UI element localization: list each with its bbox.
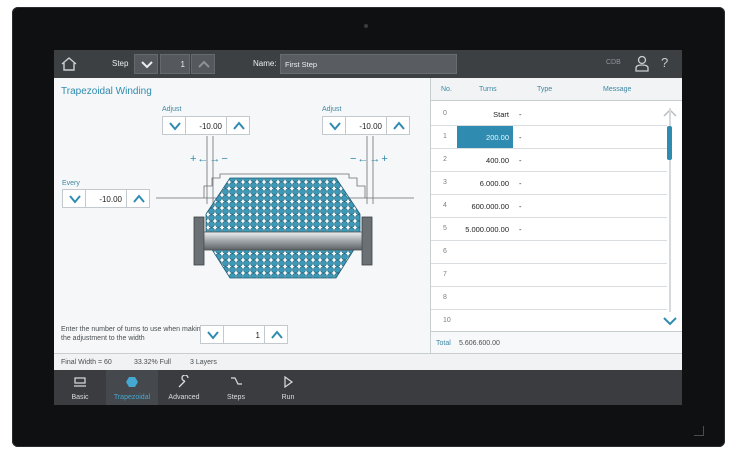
table-row[interactable]: 7 — [431, 264, 667, 287]
row-turns[interactable]: 5.000.000.00 — [457, 218, 513, 240]
chevron-up-icon — [198, 60, 210, 68]
step-up-button[interactable] — [191, 54, 215, 74]
col-turns: Turns — [479, 86, 497, 93]
row-turns-selected[interactable]: 200.00 — [457, 126, 513, 148]
bottom-toolbar: Basic Trapezoidal Advanced Steps Run — [54, 370, 682, 405]
spool-illustration — [156, 136, 414, 279]
status-bar: Final Width = 60 33.32% Full 3 Layers — [54, 353, 682, 371]
table-row[interactable]: 2 400.00 - — [431, 149, 667, 172]
tab-advanced[interactable]: Advanced — [158, 370, 210, 405]
table-row[interactable]: 1 200.00 - — [431, 126, 667, 149]
screen: Step 1 Name: First Step CDB ? Trapezoida… — [54, 50, 682, 405]
scroll-down-icon[interactable] — [663, 316, 677, 326]
turns-stepper: 1 — [200, 325, 288, 344]
steps-icon — [231, 377, 242, 385]
tab-run-label: Run — [281, 394, 295, 401]
row-turns[interactable] — [457, 287, 513, 309]
step-label: Step — [112, 59, 129, 68]
row-type: - — [519, 202, 522, 211]
row-no: 1 — [443, 133, 447, 140]
turns-value[interactable]: 1 — [224, 325, 264, 344]
play-icon — [284, 375, 294, 389]
scrollbar-thumb[interactable] — [667, 126, 672, 160]
tab-basic-label: Basic — [71, 394, 89, 401]
turns-up-button[interactable] — [264, 325, 288, 344]
tab-advanced-label: Advanced — [168, 394, 200, 401]
full-percentage: 33.32% Full — [134, 359, 171, 366]
total-label: Total — [436, 340, 451, 347]
row-turns[interactable] — [457, 310, 513, 332]
camera-dot — [364, 24, 368, 28]
step-down-button[interactable] — [134, 54, 158, 74]
row-turns[interactable]: Start — [457, 103, 513, 125]
name-input[interactable]: First Step — [280, 54, 457, 74]
col-type: Type — [537, 86, 553, 93]
table-row[interactable]: 8 — [431, 287, 667, 310]
row-type: - — [519, 225, 522, 234]
corner-mark — [694, 426, 704, 436]
table-row[interactable]: 6 — [431, 241, 667, 264]
chevron-up-icon — [271, 330, 283, 339]
row-no: 8 — [443, 294, 447, 301]
row-turns[interactable]: 400.00 — [457, 149, 513, 171]
row-no: 2 — [443, 156, 447, 163]
table-row[interactable]: 10 — [431, 310, 667, 332]
row-type: - — [519, 110, 522, 119]
table-row[interactable]: 3 6.000.00 - — [431, 172, 667, 195]
help-icon[interactable]: ? — [661, 55, 668, 70]
table-total: Total 5.606.600.00 — [431, 331, 682, 354]
row-type: - — [519, 156, 522, 165]
row-turns[interactable]: 6.000.00 — [457, 172, 513, 194]
turns-hint: Enter the number of turns to use when ma… — [61, 326, 205, 342]
col-message: Message — [603, 86, 632, 93]
tab-steps[interactable]: Steps — [210, 370, 262, 405]
tab-trapezoidal[interactable]: Trapezoidal — [106, 370, 158, 405]
turns-down-button[interactable] — [200, 325, 224, 344]
col-no: No. — [441, 86, 452, 93]
chevron-down-icon — [141, 61, 153, 69]
layer-count: 3 Layers — [190, 359, 217, 366]
tab-trapezoidal-label: Trapezoidal — [113, 394, 151, 401]
total-value: 5.606.600.00 — [459, 340, 500, 347]
spool-icon — [126, 377, 138, 387]
table-header: No. Turns Type Message — [431, 78, 682, 101]
row-no: 0 — [443, 110, 447, 117]
row-no: 10 — [443, 317, 451, 324]
cdb-label[interactable]: CDB — [606, 59, 621, 66]
row-turns[interactable]: 600.000.00 — [457, 195, 513, 217]
home-icon[interactable] — [60, 55, 78, 73]
name-label: Name: — [253, 59, 277, 68]
row-type: - — [519, 133, 522, 142]
tab-steps-label: Steps — [227, 394, 245, 401]
step-value[interactable]: 1 — [160, 54, 190, 74]
row-turns[interactable] — [457, 241, 513, 263]
row-turns[interactable] — [457, 264, 513, 286]
row-no: 7 — [443, 271, 447, 278]
tab-basic[interactable]: Basic — [54, 370, 106, 405]
tab-run[interactable]: Run — [262, 370, 314, 405]
steps-table: No. Turns Type Message 0 Start - 1 200.0… — [431, 78, 682, 354]
row-no: 4 — [443, 202, 447, 209]
printer-icon — [74, 377, 86, 387]
user-icon[interactable] — [635, 55, 649, 72]
table-row[interactable]: 4 600.000.00 - — [431, 195, 667, 218]
row-type: - — [519, 179, 522, 188]
row-no: 5 — [443, 225, 447, 232]
top-bar: Step 1 Name: First Step CDB ? — [54, 50, 682, 78]
row-no: 6 — [443, 248, 447, 255]
table-row[interactable]: 5 5.000.000.00 - — [431, 218, 667, 241]
winding-panel: Trapezoidal Winding Adjust -10.00 Adjust… — [54, 78, 431, 353]
chevron-down-icon — [207, 331, 219, 340]
table-row[interactable]: 0 Start - — [431, 103, 667, 126]
final-width: Final Width = 60 — [61, 359, 112, 366]
wrench-icon — [178, 375, 189, 388]
row-no: 3 — [443, 179, 447, 186]
